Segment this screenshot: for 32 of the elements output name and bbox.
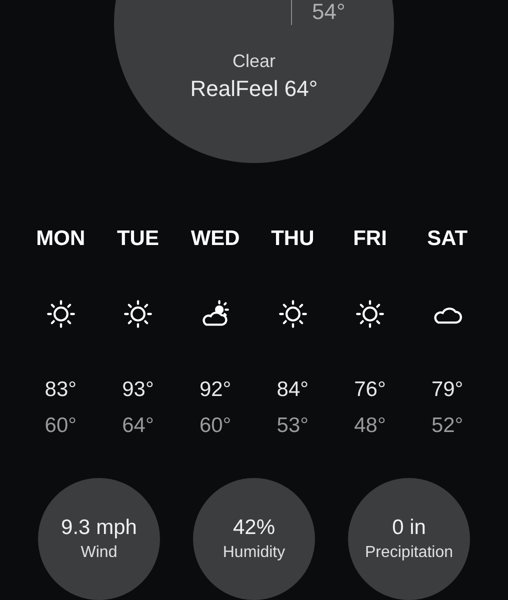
sun-icon: [354, 299, 385, 329]
high-temperature: 84°: [276, 377, 309, 403]
stat-label: Wind: [80, 543, 118, 563]
condition-label: Clear: [232, 50, 276, 73]
day-label: TUE: [116, 226, 159, 252]
stat-value: 9.3 mph: [61, 515, 137, 541]
sun-icon: [278, 299, 308, 329]
day-label: SAT: [427, 226, 468, 252]
sun-icon: [122, 299, 153, 329]
low-temperature: 60°: [44, 413, 77, 439]
high-temperature: 83°: [44, 377, 77, 403]
stat-value: 42%: [232, 515, 276, 541]
high-temperature: 92°: [199, 377, 232, 403]
low-temperature: 54°: [312, 1, 346, 23]
day-label: FRI: [353, 226, 387, 252]
low-temperature: 48°: [354, 413, 386, 439]
day-label: THU: [271, 226, 314, 252]
low-temperature: 53°: [276, 413, 309, 439]
day-label: WED: [190, 226, 240, 252]
low-temperature: 60°: [199, 413, 232, 439]
high-temperature: 76°: [354, 377, 386, 403]
low-temperature: 52°: [431, 413, 464, 439]
high-temperature: 93°: [122, 377, 154, 403]
high-temperature: 79°: [431, 377, 464, 403]
sun-icon: [46, 299, 76, 329]
day-label: MON: [36, 226, 86, 252]
stat-label: Precipitation: [364, 543, 454, 563]
low-temperature: 64°: [122, 413, 154, 439]
realfeel-label: RealFeel 64°: [190, 75, 318, 103]
stat-label: Humidity: [222, 543, 286, 563]
cloud-sun-icon: [200, 299, 230, 329]
stat-value: 0 in: [392, 515, 426, 541]
